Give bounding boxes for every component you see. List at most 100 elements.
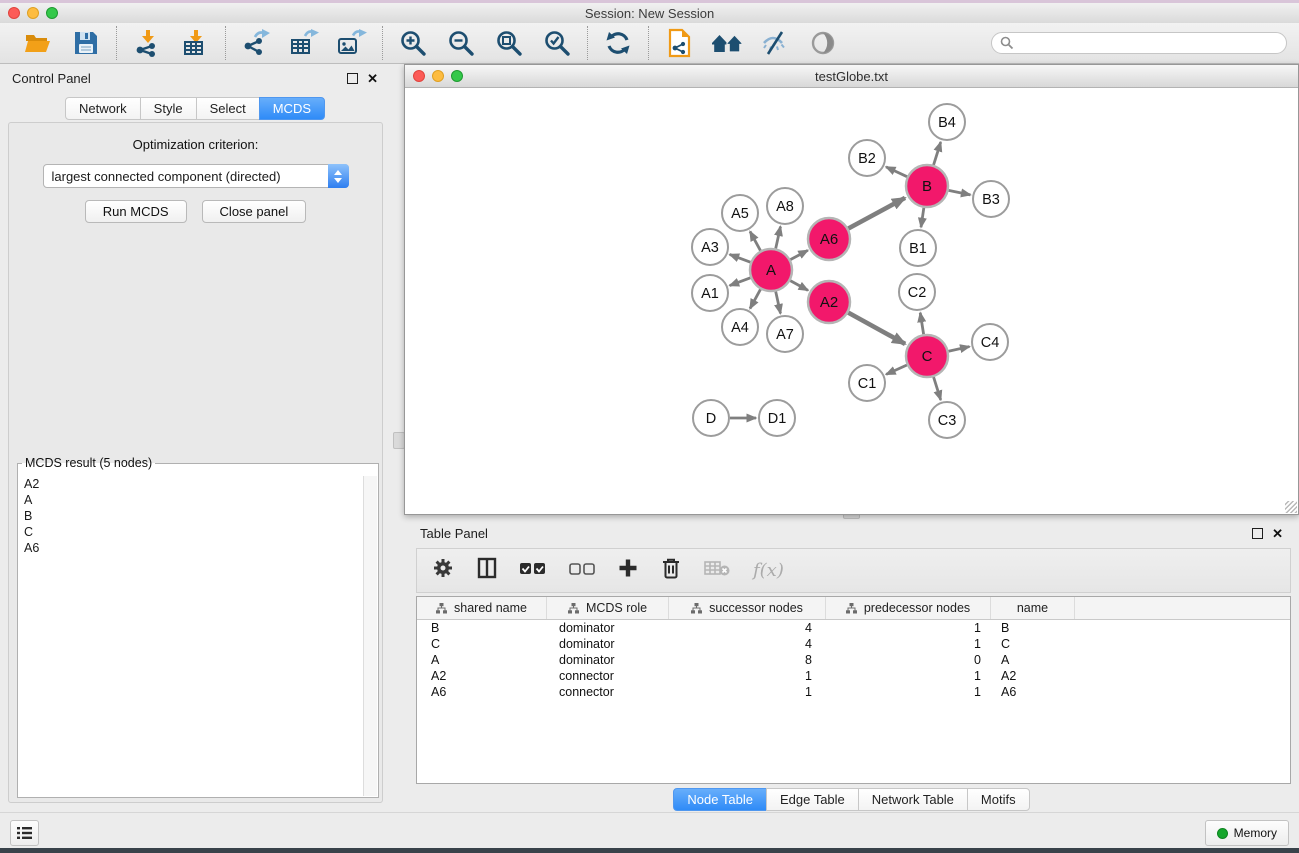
delete-column-trash-icon[interactable]	[661, 557, 681, 584]
graph-node-A[interactable]: A	[750, 249, 792, 291]
export-network-icon[interactable]	[239, 26, 273, 60]
graph-edge-A6-B[interactable]	[848, 198, 905, 229]
tab-network[interactable]: Network	[65, 97, 141, 120]
hide-panel-icon[interactable]	[758, 26, 792, 60]
mcds-result-item[interactable]: B	[19, 508, 364, 524]
tab-motifs[interactable]: Motifs	[967, 788, 1030, 811]
float-table-panel-icon[interactable]	[1252, 528, 1263, 539]
close-window-button[interactable]	[8, 7, 20, 19]
minimize-window-button[interactable]	[27, 7, 39, 19]
graph-node-B3[interactable]: B3	[973, 181, 1009, 217]
graph-edge-B-B2[interactable]	[886, 167, 907, 177]
table-row[interactable]: Adominator80A	[417, 652, 1290, 668]
mcds-result-item[interactable]: A6	[19, 540, 364, 556]
mcds-result-scrollbar[interactable]	[363, 476, 377, 796]
zoom-fit-icon[interactable]	[492, 26, 526, 60]
graph-edge-A-A1[interactable]	[730, 278, 751, 286]
close-panel-icon[interactable]: ✕	[367, 72, 378, 85]
criterion-dropdown[interactable]: largest connected component (directed)	[43, 164, 349, 188]
graph-edge-A-A7[interactable]	[776, 291, 781, 313]
import-network-icon[interactable]	[130, 26, 164, 60]
zoom-selected-icon[interactable]	[540, 26, 574, 60]
graph-node-B[interactable]: B	[906, 165, 948, 207]
graph-edge-C-C3[interactable]	[934, 377, 941, 400]
graph-edge-A-A6[interactable]	[790, 250, 807, 259]
table-settings-gear-icon[interactable]	[432, 557, 454, 584]
graph-edge-A-A2[interactable]	[790, 281, 808, 291]
window-resize-grip[interactable]	[1285, 501, 1297, 513]
graph-node-C[interactable]: C	[906, 335, 948, 377]
save-session-icon[interactable]	[69, 26, 103, 60]
graph-node-D1[interactable]: D1	[759, 400, 795, 436]
zoom-in-icon[interactable]	[396, 26, 430, 60]
birdseye-icon[interactable]	[806, 26, 840, 60]
tab-mcds[interactable]: MCDS	[259, 97, 325, 120]
graph-edge-C-C2[interactable]	[920, 313, 923, 335]
graph-node-B4[interactable]: B4	[929, 104, 965, 140]
graph-node-A2[interactable]: A2	[808, 281, 850, 323]
tab-edge-table[interactable]: Edge Table	[766, 788, 859, 811]
tab-node-table[interactable]: Node Table	[673, 788, 767, 811]
export-table-icon[interactable]	[287, 26, 321, 60]
column-header-predecessor-nodes[interactable]: predecessor nodes	[826, 597, 991, 619]
table-row[interactable]: A6connector11A6	[417, 684, 1290, 700]
graph-node-D[interactable]: D	[693, 400, 729, 436]
session-document-icon[interactable]	[662, 26, 696, 60]
zoom-window-button[interactable]	[46, 7, 58, 19]
graph-node-A1[interactable]: A1	[692, 275, 728, 311]
hide-all-columns-icon[interactable]	[569, 562, 595, 580]
network-canvas[interactable]: B4B2BB3A5A8A6B1A3AC2A1A2A4A7C4CC1DD1C3	[405, 88, 1298, 514]
graph-edge-B-B3[interactable]	[949, 190, 971, 194]
graph-node-B1[interactable]: B1	[900, 230, 936, 266]
network-window-titlebar[interactable]: testGlobe.txt	[405, 65, 1298, 88]
graph-node-A8[interactable]: A8	[767, 188, 803, 224]
graph-node-C3[interactable]: C3	[929, 402, 965, 438]
tab-network-table[interactable]: Network Table	[858, 788, 968, 811]
mcds-result-item[interactable]: A2	[19, 476, 364, 492]
refresh-icon[interactable]	[601, 26, 635, 60]
table-row[interactable]: Bdominator41B	[417, 620, 1290, 636]
export-image-icon[interactable]	[335, 26, 369, 60]
graph-node-C4[interactable]: C4	[972, 324, 1008, 360]
graph-node-A6[interactable]: A6	[808, 218, 850, 260]
zoom-out-icon[interactable]	[444, 26, 478, 60]
graph-node-A4[interactable]: A4	[722, 309, 758, 345]
column-header-successor-nodes[interactable]: successor nodes	[669, 597, 826, 619]
add-column-icon[interactable]	[618, 558, 638, 583]
graph-edge-B-B1[interactable]	[921, 208, 924, 227]
column-header-shared-name[interactable]: shared name	[417, 597, 547, 619]
run-mcds-button[interactable]: Run MCDS	[85, 200, 187, 223]
float-panel-icon[interactable]	[347, 73, 358, 84]
delete-table-icon[interactable]	[704, 560, 730, 581]
graph-node-C1[interactable]: C1	[849, 365, 885, 401]
close-panel-button[interactable]: Close panel	[202, 200, 307, 223]
home-icon[interactable]	[710, 26, 744, 60]
table-columns-icon[interactable]	[477, 557, 497, 584]
column-header-name[interactable]: name	[991, 597, 1075, 619]
column-header-mcds-role[interactable]: MCDS role	[547, 597, 669, 619]
graph-node-C2[interactable]: C2	[899, 274, 935, 310]
show-all-columns-icon[interactable]	[520, 562, 546, 580]
close-table-panel-icon[interactable]: ✕	[1272, 527, 1283, 540]
function-builder-icon[interactable]: f(x)	[753, 560, 784, 581]
graph-edge-A-A8[interactable]	[776, 227, 781, 249]
graph-node-A3[interactable]: A3	[692, 229, 728, 265]
graph-edge-C-C4[interactable]	[948, 347, 969, 352]
graph-edge-C-C1[interactable]	[886, 365, 907, 374]
table-row[interactable]: Cdominator41C	[417, 636, 1290, 652]
graph-node-B2[interactable]: B2	[849, 140, 885, 176]
graph-edge-A-A5[interactable]	[750, 231, 760, 250]
mcds-result-item[interactable]: A	[19, 492, 364, 508]
graph-edge-B-B4[interactable]	[934, 142, 941, 165]
open-folder-icon[interactable]	[21, 26, 55, 60]
table-row[interactable]: A2connector11A2	[417, 668, 1290, 684]
task-history-button[interactable]	[10, 820, 39, 846]
search-input[interactable]	[1014, 35, 1278, 51]
network-zoom-button[interactable]	[451, 70, 463, 82]
tab-style[interactable]: Style	[140, 97, 197, 120]
import-table-icon[interactable]	[178, 26, 212, 60]
memory-button[interactable]: Memory	[1205, 820, 1289, 846]
mcds-result-item[interactable]: C	[19, 524, 364, 540]
network-minimize-button[interactable]	[432, 70, 444, 82]
graph-edge-A-A3[interactable]	[730, 254, 751, 262]
